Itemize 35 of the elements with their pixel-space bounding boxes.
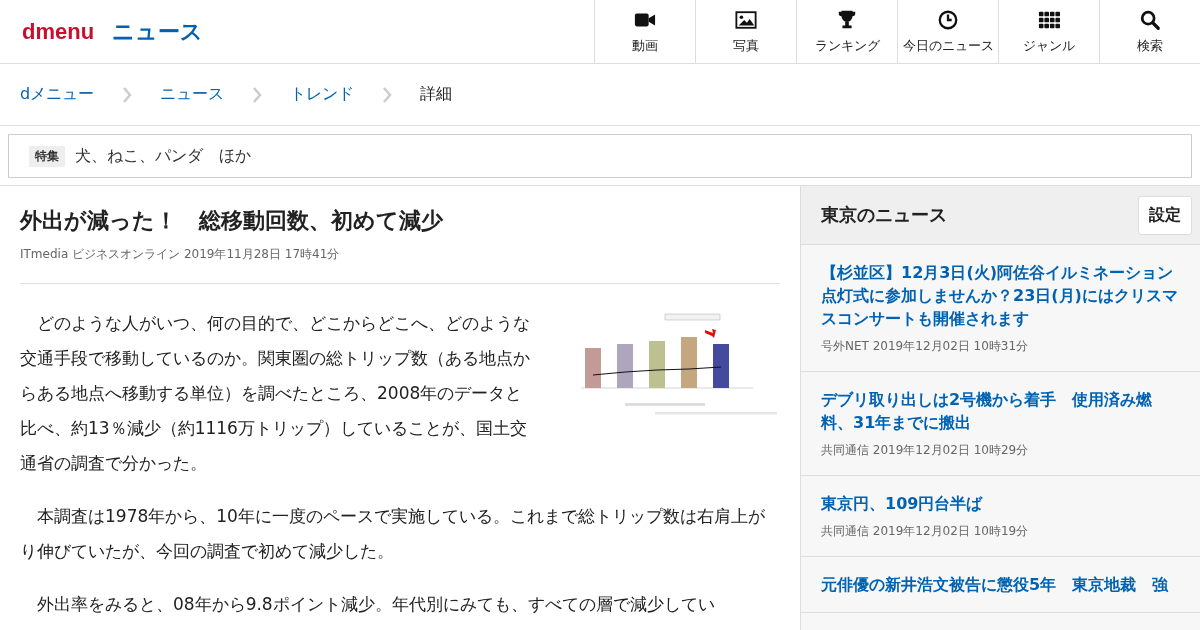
feature-tag: 特集 xyxy=(29,145,65,167)
chevron-icon xyxy=(252,85,263,104)
paragraph: どのような人がいつ、何の目的で、どこからどこへ、どのような交通手段で移動しているのか。関東圏の総トリップ数（ある地点からある地点へ移動する単位）を調べたところ、2008年のデータと比べ、約13％減少（約1116万トリップ）していることが、国土交通省の調査で分かった。 xyxy=(20,312,531,475)
nav-tab[interactable]: 写真 xyxy=(695,0,796,63)
chevron-icon xyxy=(122,85,133,104)
clock-icon xyxy=(937,8,959,31)
site-logo[interactable]: dmenu xyxy=(22,18,95,45)
sidebar-title: 東京のニュース xyxy=(821,203,947,227)
article-meta: ITmedia ビジネスオンライン 2019年11月28日 17時41分 xyxy=(20,246,780,284)
news-meta: 号外NET 2019年12月02日 10時31分 xyxy=(821,338,1030,355)
news-link[interactable]: デブリ取り出しは2号機から着手 使用済み燃料、31年までに搬出 xyxy=(821,388,1180,434)
paragraph: 外出率をみると、08年から9.8ポイント減少。年代別にみても、すべての層で減少してい xyxy=(36,593,716,616)
nav-tab[interactable]: 検索 xyxy=(1099,0,1200,63)
nav-tab[interactable]: 動画 xyxy=(594,0,695,63)
news-meta: 共同通信 2019年12月02日 10時29分 xyxy=(821,442,1030,459)
article-title: 外出が減った！ 総移動回数、初めて減少 xyxy=(20,207,444,235)
trophy-icon xyxy=(836,8,858,31)
section-title[interactable]: ニュース xyxy=(112,16,204,47)
picture-icon xyxy=(735,8,757,31)
chevron-icon xyxy=(382,85,393,104)
nav-tab[interactable]: 今日のニュース xyxy=(897,0,998,63)
nav-tab[interactable]: ジャンル xyxy=(998,0,1099,63)
nav-tab[interactable]: ランキング xyxy=(796,0,897,63)
news-link[interactable]: 【杉並区】12月3日(火)阿佐谷イルミネーション点灯式に参加しませんか？23日(月)にはクリスマスコンサートも開催されます xyxy=(821,261,1180,330)
feature-link[interactable]: 犬、ねこ、パンダ ほか xyxy=(75,145,251,167)
news-link[interactable]: 東京円、109円台半ば xyxy=(821,492,1180,515)
news-link[interactable]: 元俳優の新井浩文被告に懲役5年 東京地裁 強 xyxy=(821,573,1180,596)
settings-button[interactable]: 設定 xyxy=(1138,195,1192,235)
paragraph: 本調査は1978年から、10年に一度のペースで実施している。これまで総トリップ数は右肩上がり伸びていたが、今回の調査で初めて減少した。 xyxy=(20,505,766,563)
news-meta: 共同通信 2019年12月02日 10時19分 xyxy=(821,523,1030,540)
breadcrumb-link[interactable]: トレンド xyxy=(290,84,355,105)
breadcrumb-link[interactable]: ニュース xyxy=(160,84,225,105)
search-icon xyxy=(1139,8,1161,31)
breadcrumb-link[interactable]: dメニュー xyxy=(20,84,95,105)
breadcrumb-current: 詳細 xyxy=(420,84,453,105)
